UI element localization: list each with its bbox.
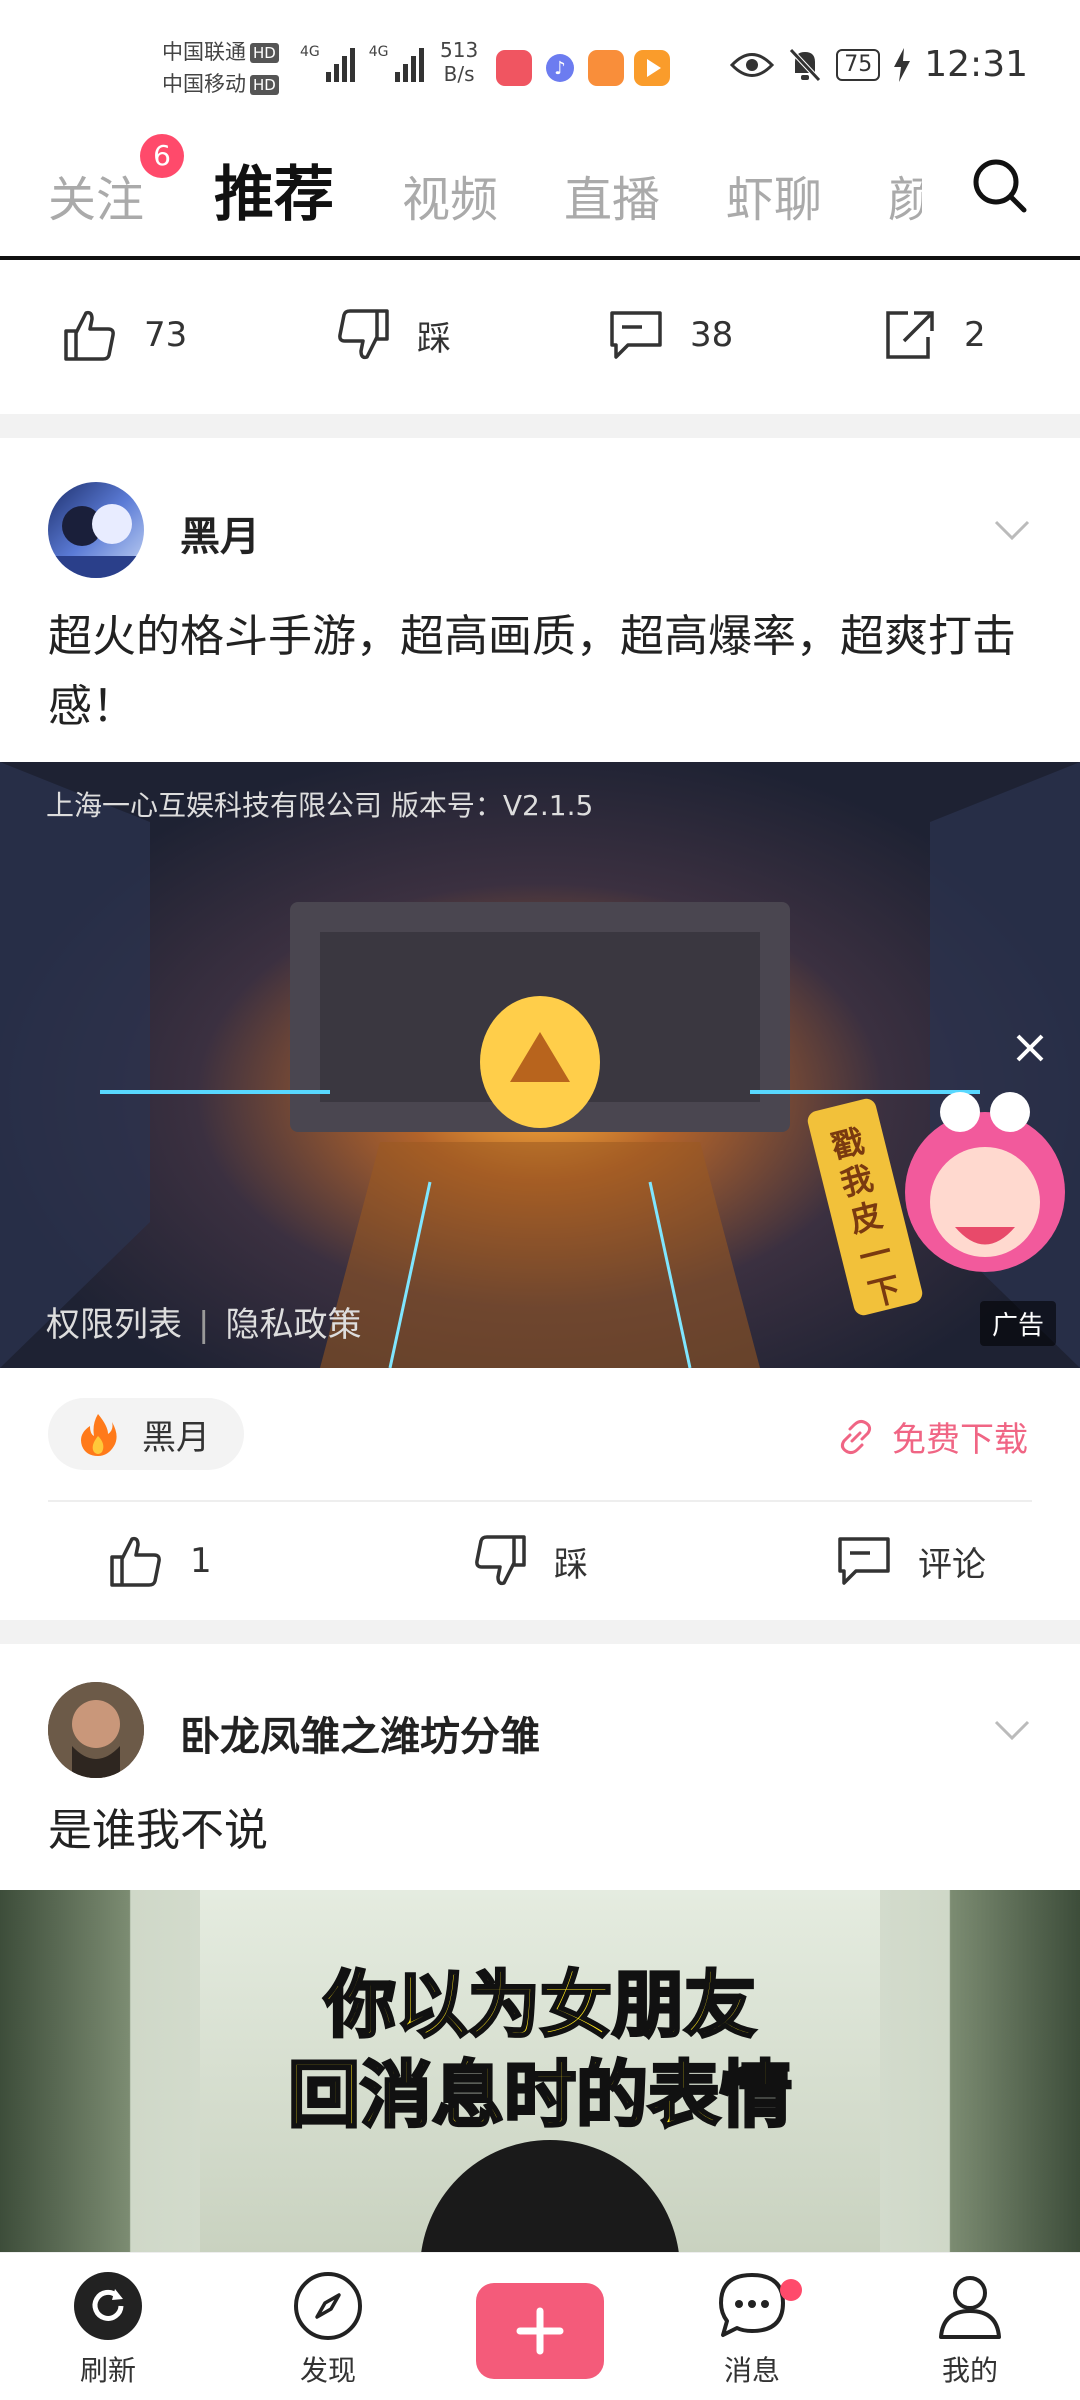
source-pill[interactable]: 黑月 bbox=[48, 1398, 244, 1470]
post-author[interactable]: 卧龙凤雏之潍坊分雏 bbox=[180, 1704, 540, 1762]
ad-badge: 广告 bbox=[979, 1301, 1056, 1346]
status-bar: 中国联通 HD 中国移动 HD 4G 4G 513 B/s ♪ 75 12:31 bbox=[0, 0, 1080, 130]
mute-bell-icon bbox=[789, 47, 822, 82]
feed-divider bbox=[0, 1620, 1080, 1644]
person-icon bbox=[939, 2276, 1001, 2339]
feed-divider bbox=[0, 414, 1080, 438]
top-tab-bar: 关注 6 推荐 视频 直播 虾聊 颜 bbox=[0, 130, 1080, 260]
source-name: 黑月 bbox=[142, 1417, 210, 1458]
thumbs-up-icon bbox=[64, 310, 115, 361]
comment-button[interactable]: 38 bbox=[606, 305, 733, 365]
tab-xialiao[interactable]: 虾聊 bbox=[726, 160, 822, 230]
eye-icon bbox=[730, 52, 775, 77]
comment-icon bbox=[610, 311, 662, 359]
music-app-icon: ♪ bbox=[542, 50, 578, 86]
avatar[interactable] bbox=[48, 482, 144, 578]
carrier-2: 中国移动 bbox=[162, 72, 246, 96]
system-indicators: 75 12:31 bbox=[730, 44, 1028, 85]
signal-icon: 4G bbox=[369, 44, 424, 82]
search-icon[interactable] bbox=[970, 156, 1030, 216]
network-speed: 513 B/s bbox=[440, 38, 479, 86]
svg-text:♪: ♪ bbox=[554, 58, 566, 79]
carrier-info: 中国联通 HD 中国移动 HD bbox=[162, 36, 279, 100]
separator bbox=[48, 1500, 1032, 1502]
carrier-1: 中国联通 bbox=[162, 40, 246, 64]
battery-indicator: 75 bbox=[836, 48, 881, 81]
hd-badge: HD bbox=[250, 75, 279, 95]
plus-icon bbox=[516, 2307, 564, 2355]
like-button[interactable]: 1 bbox=[106, 1531, 212, 1591]
fire-icon bbox=[81, 1414, 117, 1456]
share-icon bbox=[886, 311, 934, 359]
notification-app-icons: ♪ bbox=[496, 50, 670, 86]
post-author[interactable]: 黑月 bbox=[180, 504, 260, 562]
privacy-link[interactable]: 隐私政策 bbox=[225, 1305, 361, 1345]
avatar[interactable] bbox=[48, 1682, 144, 1778]
health-app-icon bbox=[588, 50, 624, 86]
share-button[interactable]: 2 bbox=[880, 305, 986, 365]
chat-bubble-icon bbox=[719, 2273, 785, 2337]
charging-icon bbox=[894, 47, 911, 82]
post-button[interactable] bbox=[476, 2283, 604, 2379]
thumbs-down-icon bbox=[338, 309, 389, 360]
tab-follow[interactable]: 关注 bbox=[48, 160, 144, 230]
comment-icon bbox=[838, 1537, 890, 1585]
link-icon bbox=[840, 1419, 872, 1454]
post-text: 是谁我不说 bbox=[48, 1805, 268, 1856]
tab-recommend[interactable]: 推荐 bbox=[214, 146, 334, 233]
signal-strength: 4G 4G bbox=[300, 44, 424, 82]
ad-game-scene bbox=[0, 762, 1080, 1368]
post-text: 超火的格斗手游，超高画质，超高爆率，超爽打击感！ bbox=[48, 611, 1016, 732]
hd-badge: HD bbox=[250, 43, 279, 63]
chevron-down-icon[interactable] bbox=[992, 518, 1032, 542]
nav-refresh[interactable]: 刷新 bbox=[48, 2271, 168, 2389]
tab-live[interactable]: 直播 bbox=[564, 160, 660, 230]
nav-me[interactable]: 我的 bbox=[910, 2271, 1030, 2389]
thumbs-down-icon bbox=[475, 1535, 526, 1586]
tab-video[interactable]: 视频 bbox=[402, 160, 498, 230]
refresh-icon bbox=[74, 2272, 142, 2340]
video-app-icon bbox=[634, 50, 670, 86]
ad-company-info: 上海一心互娱科技有限公司 版本号：V2.1.5 bbox=[46, 789, 594, 822]
compass-icon bbox=[294, 2272, 362, 2340]
bottom-navigation: 刷新 发现 消息 我的 bbox=[0, 2252, 1080, 2400]
like-button[interactable]: 73 bbox=[60, 305, 187, 365]
signal-icon: 4G bbox=[300, 44, 355, 82]
comment-button[interactable]: 评论 bbox=[834, 1531, 986, 1591]
nav-discover[interactable]: 发现 bbox=[268, 2271, 388, 2389]
ad-video[interactable]: 上海一心互娱科技有限公司 版本号：V2.1.5 权限列表 | 隐私政策 戳我皮一下 … bbox=[0, 762, 1080, 1368]
tab-yan[interactable]: 颜 bbox=[888, 160, 922, 230]
video-caption: 你以为女朋友 回消息时的表情 bbox=[286, 1962, 793, 2139]
book-app-icon bbox=[496, 50, 532, 86]
chevron-down-icon[interactable] bbox=[992, 1718, 1032, 1742]
dislike-button[interactable]: 踩 bbox=[333, 305, 451, 365]
thumbs-up-icon bbox=[110, 1536, 161, 1587]
close-icon[interactable] bbox=[1010, 1028, 1050, 1068]
permissions-link[interactable]: 权限列表 bbox=[46, 1305, 182, 1345]
follow-count-badge: 6 bbox=[140, 134, 184, 178]
clock: 12:31 bbox=[924, 44, 1028, 85]
unread-dot bbox=[780, 2279, 802, 2301]
free-download-button[interactable]: 免费下载 bbox=[836, 1412, 1028, 1461]
ad-links: 权限列表 | 隐私政策 bbox=[46, 1305, 362, 1345]
video-thumbnail[interactable]: 你以为女朋友 回消息时的表情 bbox=[0, 1890, 1080, 2252]
dislike-button[interactable]: 踩 bbox=[470, 1531, 588, 1591]
